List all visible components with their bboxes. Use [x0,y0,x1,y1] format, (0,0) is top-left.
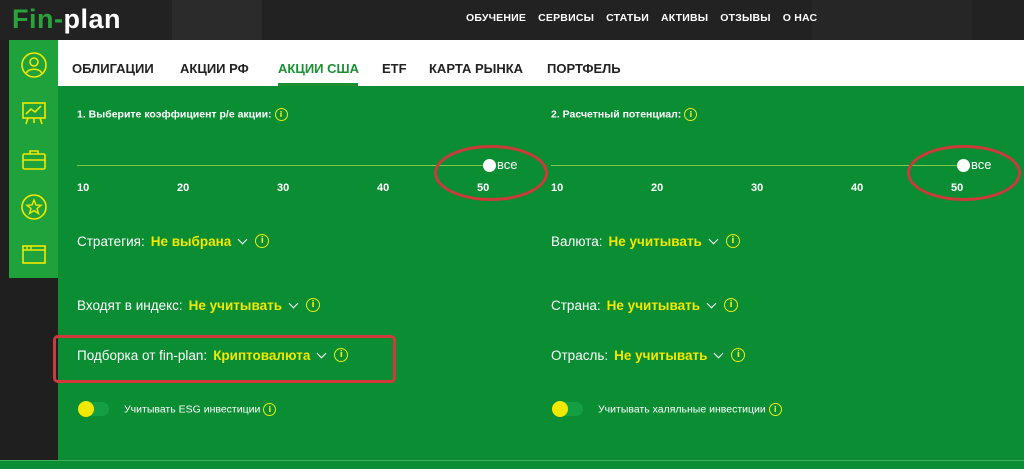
index-value[interactable]: Не учитывать [189,298,282,313]
asset-tabs: ОБЛИГАЦИИ АКЦИИ РФ АКЦИИ США ETF КАРТА Р… [58,40,1024,86]
nav-item-articles[interactable]: СТАТЬИ [606,12,649,24]
currency-value[interactable]: Не учитывать [609,234,702,249]
country-label: Страна: [551,298,601,313]
pe-tick-20: 20 [177,182,190,194]
pe-tick-40: 40 [377,182,390,194]
chart-board-icon [21,102,46,125]
annotation-oval-potential [907,145,1021,201]
potential-tick-10: 10 [551,182,564,194]
chevron-down-icon[interactable] [237,234,248,245]
tab-bonds[interactable]: ОБЛИГАЦИИ [72,61,154,76]
info-icon[interactable]: i [725,234,740,249]
currency-label: Валюта: [551,234,603,249]
tab-stocks-ru[interactable]: АКЦИИ РФ [180,61,249,76]
industry-label: Отрасль: [551,348,609,363]
header-banner-graphic [172,0,262,40]
index-label: Входят в индекс: [77,298,183,313]
potential-slider-label: 2. Расчетный потенциал: i [551,108,698,121]
nav-item-assets[interactable]: АКТИВЫ [661,12,708,24]
pe-tick-10: 10 [77,182,90,194]
top-header: Fin-plan ОБУЧЕНИЕ СЕРВИСЫ СТАТЬИ АКТИВЫ … [0,0,1024,40]
potential-slider-track[interactable] [551,165,963,166]
chevron-down-icon[interactable] [708,234,719,245]
info-icon[interactable]: i [768,403,782,416]
toggle-knob [552,401,568,417]
country-value[interactable]: Не учитывать [607,298,700,313]
tab-stocks-us[interactable]: АКЦИИ США [278,61,359,76]
sidebar-analytics-button[interactable] [9,94,58,132]
annotation-oval-pe [434,145,548,201]
nav-item-about[interactable]: О НАС [783,12,818,24]
chevron-down-icon[interactable] [288,298,299,309]
index-filter[interactable]: Входят в индекс: Не учитывать i [77,298,320,313]
info-icon[interactable]: i [306,298,320,313]
folder-icon [21,245,46,264]
sidebar-favorites-button[interactable] [9,188,58,226]
country-filter[interactable]: Страна: Не учитывать i [551,298,739,313]
halal-toggle-label: Учитывать халяльные инвестиции i [598,403,782,416]
chevron-down-icon[interactable] [714,348,724,359]
pe-tick-30: 30 [277,182,290,194]
info-icon[interactable]: i [274,108,288,121]
industry-value[interactable]: Не учитывать [614,348,707,363]
esg-toggle-label: Учитывать ESG инвестиции i [124,403,277,416]
info-icon[interactable]: i [255,234,270,249]
site-logo[interactable]: Fin-plan [12,4,121,35]
tab-portfolio[interactable]: ПОРТФЕЛЬ [547,61,621,76]
strategy-value[interactable]: Не выбрана [151,234,232,249]
pe-slider-track[interactable] [77,165,489,166]
tab-market-map[interactable]: КАРТА РЫНКА [429,61,523,76]
halal-toggle[interactable] [552,401,583,417]
industry-filter[interactable]: Отрасль: Не учитывать i [551,348,746,363]
chevron-down-icon[interactable] [706,298,717,309]
left-sidebar [9,40,58,278]
sidebar-portfolio-button[interactable] [9,141,58,179]
nav-item-services[interactable]: СЕРВИСЫ [538,12,594,24]
info-icon[interactable]: i [263,403,277,416]
potential-tick-40: 40 [851,182,864,194]
info-icon[interactable]: i [684,108,698,121]
strategy-label: Стратегия: [77,234,145,249]
toggle-knob [78,401,94,417]
annotation-rect-selection [53,335,396,383]
header-banner-graphic-right [812,0,972,40]
nav-item-education[interactable]: ОБУЧЕНИЕ [466,12,526,24]
nav-item-reviews[interactable]: ОТЗЫВЫ [720,12,771,24]
potential-tick-30: 30 [751,182,764,194]
top-navigation: ОБУЧЕНИЕ СЕРВИСЫ СТАТЬИ АКТИВЫ ОТЗЫВЫ О … [466,12,817,24]
sidebar-profile-button[interactable] [9,46,58,84]
pe-slider-label: 1. Выберите коэффициент p/e акции: i [77,108,288,121]
strategy-filter[interactable]: Стратегия: Не выбрана i [77,234,270,249]
esg-toggle[interactable] [78,401,109,417]
currency-filter[interactable]: Валюта: Не учитывать i [551,234,740,249]
tab-etf[interactable]: ETF [382,61,407,76]
info-icon[interactable]: i [731,348,746,363]
info-icon[interactable]: i [724,298,739,313]
briefcase-icon [21,150,46,170]
sidebar-folder-button[interactable] [9,235,58,273]
star-icon [20,194,47,220]
potential-tick-20: 20 [651,182,664,194]
user-icon [20,52,47,78]
